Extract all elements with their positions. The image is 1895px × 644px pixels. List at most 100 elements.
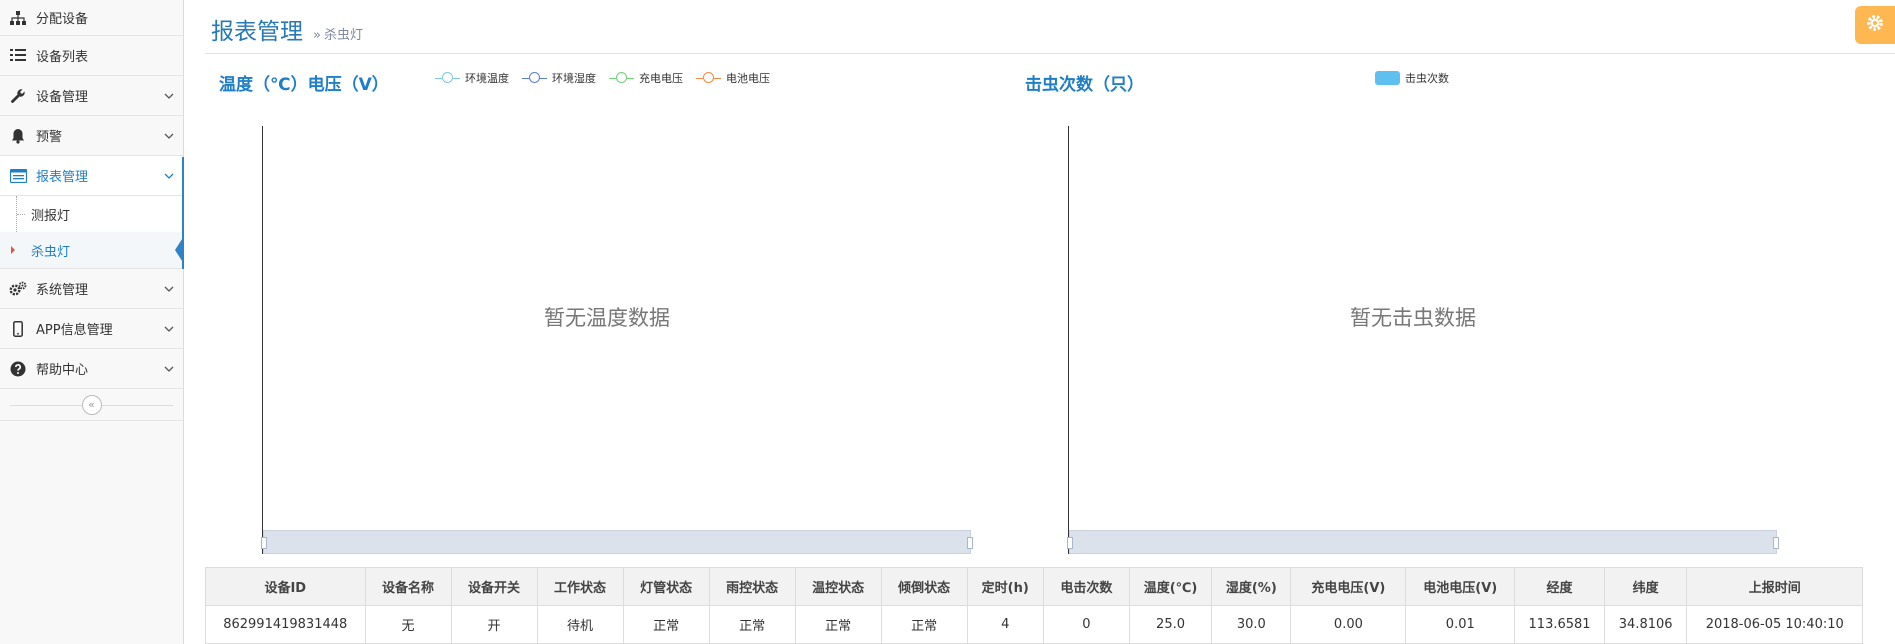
column-header-device-switch: 设备开关: [450, 567, 538, 606]
table-row: 862991419831448 无 开 待机 正常 正常 正常 正常 4 0 2…: [205, 605, 1863, 644]
column-header-temperature: 温度(℃): [1128, 567, 1213, 606]
cell-latitude: 34.8106: [1603, 605, 1688, 644]
chevron-down-icon: [155, 133, 183, 139]
sidebar-item-label: 帮助中心: [36, 363, 89, 378]
sidebar-item-assign-device[interactable]: 分配设备: [0, 0, 183, 36]
sidebar-item-label: 设备管理: [36, 90, 89, 105]
legend-line-marker: [435, 71, 460, 85]
cell-temperature: 25.0: [1128, 605, 1213, 644]
legend-label: 击虫次数: [1405, 72, 1449, 85]
chevron-down-icon: [155, 366, 183, 372]
column-header-timer: 定时(h): [966, 567, 1044, 606]
cell-work-status: 待机: [536, 605, 624, 644]
header-divider: [205, 53, 1895, 54]
sidebar-item-label: APP信息管理: [36, 323, 113, 338]
sitemap-icon: [0, 10, 36, 25]
zoom-handle-left[interactable]: [261, 537, 267, 549]
report-submenu: 测报灯 杀虫灯: [0, 196, 184, 269]
sidebar-collapse-row: «: [0, 389, 183, 421]
device-report-table: 设备ID 设备名称 设备开关 工作状态 灯管状态 雨控状态 温控状态 倾倒状态 …: [205, 567, 1863, 644]
page-title: 报表管理: [211, 19, 303, 45]
caret-right-icon: [11, 246, 15, 254]
cell-device-id: 862991419831448: [205, 605, 366, 644]
cell-device-switch: 开: [450, 605, 538, 644]
column-header-report-time: 上报时间: [1686, 567, 1863, 606]
sidebar-item-alert[interactable]: 预警: [0, 116, 183, 156]
question-circle-icon: [0, 361, 36, 377]
temperature-chart-zoom-slider[interactable]: [261, 530, 973, 554]
report-list-icon: [0, 168, 36, 183]
wrench-icon: [0, 88, 36, 104]
column-header-tilt-status: 倾倒状态: [880, 567, 968, 606]
chevron-down-icon: [155, 173, 183, 179]
column-header-shock-count: 电击次数: [1042, 567, 1130, 606]
cell-battery-voltage: 0.01: [1405, 605, 1516, 644]
sidebar-subitem-label: 测报灯: [31, 208, 71, 224]
zoom-handle-left[interactable]: [1067, 537, 1073, 549]
gears-icon: [0, 281, 36, 297]
insect-chart-title: 击虫次数（只）: [1025, 75, 1144, 95]
column-header-device-id: 设备ID: [205, 567, 366, 606]
sidebar-subitem-monitor-lamp[interactable]: 测报灯: [0, 196, 183, 232]
legend-item-insect-kills[interactable]: 击虫次数: [1375, 70, 1449, 86]
column-header-longitude: 经度: [1514, 567, 1605, 606]
column-header-temp-control: 温控状态: [794, 567, 882, 606]
temperature-chart-legend: 环境温度 环境湿度 充电电压 电池电压: [435, 70, 783, 86]
tree-dash: [17, 214, 25, 215]
legend-label: 充电电压: [639, 72, 683, 85]
page-header: 报表管理 » 杀虫灯: [211, 12, 363, 46]
legend-item-battery-voltage[interactable]: 电池电压: [696, 70, 770, 86]
settings-button[interactable]: [1855, 6, 1895, 44]
legend-label: 环境温度: [465, 72, 509, 85]
legend-item-env-humidity[interactable]: 环境湿度: [522, 70, 596, 86]
column-header-latitude: 纬度: [1603, 567, 1688, 606]
insect-chart-y-axis: [1068, 126, 1069, 554]
zoom-handle-right[interactable]: [1773, 537, 1779, 549]
sidebar-item-system-management[interactable]: 系统管理: [0, 269, 183, 309]
insect-chart-legend: 击虫次数: [1375, 70, 1462, 86]
collapse-sidebar-button[interactable]: «: [81, 394, 102, 415]
insect-chart-empty-text: 暂无击虫数据: [1350, 306, 1476, 330]
sidebar-item-device-management[interactable]: 设备管理: [0, 76, 183, 116]
breadcrumb-separator: »: [313, 28, 321, 43]
cell-device-name: 无: [364, 605, 452, 644]
temperature-chart-title: 温度（℃）电压（V）: [219, 75, 389, 95]
cell-temp-control: 正常: [794, 605, 882, 644]
column-header-work-status: 工作状态: [536, 567, 624, 606]
sidebar-item-help-center[interactable]: 帮助中心: [0, 349, 183, 389]
sidebar-subitem-insect-killer-lamp[interactable]: 杀虫灯: [0, 232, 184, 268]
sidebar-item-label: 分配设备: [36, 12, 89, 27]
sidebar-item-report-management[interactable]: 报表管理: [0, 156, 183, 196]
chevron-down-icon: [155, 326, 183, 332]
column-header-device-name: 设备名称: [364, 567, 452, 606]
sidebar-item-device-list[interactable]: 设备列表: [0, 36, 183, 76]
cell-shock-count: 0: [1042, 605, 1130, 644]
insect-chart-zoom-slider[interactable]: [1067, 530, 1779, 554]
sidebar-item-label: 预警: [36, 130, 63, 145]
cell-longitude: 113.6581: [1514, 605, 1605, 644]
legend-bar-marker: [1375, 71, 1400, 85]
legend-label: 环境湿度: [552, 72, 596, 85]
list-icon: [0, 49, 36, 62]
column-header-charge-voltage: 充电电压(V): [1290, 567, 1407, 606]
legend-line-marker: [522, 71, 547, 85]
gear-icon: [1865, 13, 1885, 37]
chevron-down-icon: [155, 286, 183, 292]
main-content: 报表管理 » 杀虫灯 温度（℃）电压（V） 环境温度 环境湿度 充电电压 电池电…: [185, 0, 1895, 644]
sidebar-item-app-info-management[interactable]: APP信息管理: [0, 309, 183, 349]
legend-item-env-temp[interactable]: 环境温度: [435, 70, 509, 86]
column-header-battery-voltage: 电池电压(V): [1405, 567, 1516, 606]
zoom-handle-right[interactable]: [967, 537, 973, 549]
app-window: 分配设备 设备列表 设备管理 预警 报表管理 测报灯 杀虫灯 系统管理 APP信…: [0, 0, 1895, 644]
mobile-icon: [0, 320, 36, 337]
sidebar: 分配设备 设备列表 设备管理 预警 报表管理 测报灯 杀虫灯 系统管理 APP信…: [0, 0, 184, 644]
cell-charge-voltage: 0.00: [1290, 605, 1407, 644]
temperature-chart-empty-text: 暂无温度数据: [544, 306, 670, 330]
temperature-chart-y-axis: [262, 126, 263, 554]
cell-report-time: 2018-06-05 10:40:10: [1686, 605, 1863, 644]
cell-humidity: 30.0: [1211, 605, 1292, 644]
cell-tilt-status: 正常: [880, 605, 968, 644]
table-header-row: 设备ID 设备名称 设备开关 工作状态 灯管状态 雨控状态 温控状态 倾倒状态 …: [205, 567, 1863, 606]
legend-item-charge-voltage[interactable]: 充电电压: [609, 70, 683, 86]
bell-icon: [0, 128, 36, 144]
